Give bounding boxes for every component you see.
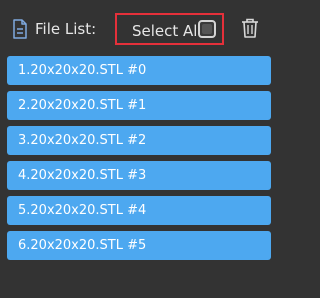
trash-icon[interactable] (241, 18, 259, 38)
file-list-item[interactable]: 6.20x20x20.STL #5 (7, 231, 271, 260)
file-list-item[interactable]: 3.20x20x20.STL #2 (7, 126, 271, 155)
file-list-header: File List: Select All (0, 0, 279, 56)
file-name: 1.20x20x20.STL #0 (18, 63, 147, 78)
file-name: 4.20x20x20.STL #3 (18, 168, 147, 183)
select-all-toggle[interactable]: Select All (115, 13, 224, 45)
file-list-item[interactable]: 2.20x20x20.STL #1 (7, 91, 271, 120)
file-list-item[interactable]: 5.20x20x20.STL #4 (7, 196, 271, 225)
file-name: 5.20x20x20.STL #4 (18, 203, 147, 218)
file-list-item[interactable]: 1.20x20x20.STL #0 (7, 56, 271, 85)
select-all-label: Select All (132, 22, 202, 40)
file-text-icon (13, 19, 27, 39)
file-list-panel: File List: Select All 1.20x20x20.STL #0 … (0, 0, 279, 298)
select-all-checkbox[interactable] (198, 20, 216, 38)
file-name: 6.20x20x20.STL #5 (18, 238, 147, 253)
file-list-title: File List: (35, 20, 97, 38)
file-name: 3.20x20x20.STL #2 (18, 133, 147, 148)
file-name: 2.20x20x20.STL #1 (18, 98, 147, 113)
file-list: 1.20x20x20.STL #0 2.20x20x20.STL #1 3.20… (7, 56, 271, 266)
file-list-item[interactable]: 4.20x20x20.STL #3 (7, 161, 271, 190)
